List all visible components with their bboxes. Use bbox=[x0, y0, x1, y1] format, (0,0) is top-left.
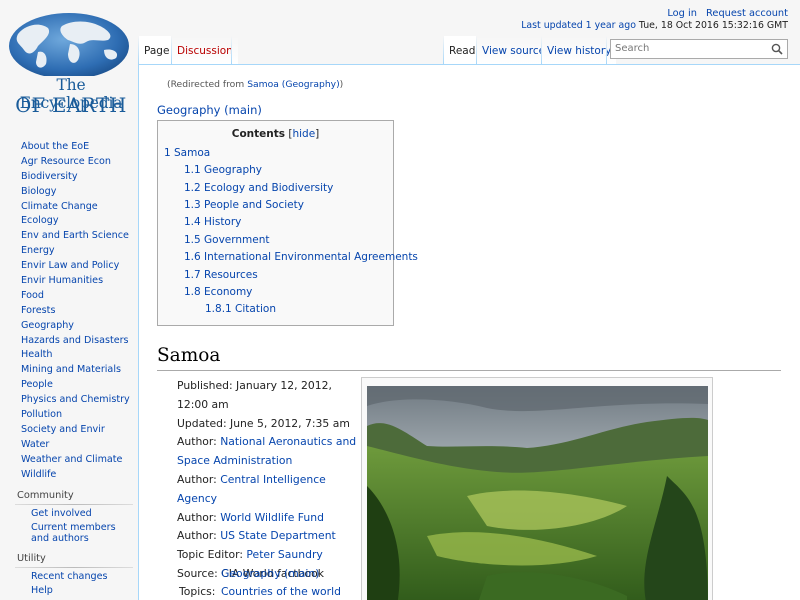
table-of-contents: Contents [hide] 1 Samoa 1.1 Geography 1.… bbox=[157, 120, 418, 326]
topic-link-countries[interactable]: Countries of the world bbox=[221, 585, 341, 598]
toc-hide-close: ] bbox=[315, 128, 320, 140]
author-label: Author: bbox=[177, 510, 221, 524]
sidebar-item-get-involved[interactable]: Get involved bbox=[0, 508, 136, 520]
utility-portlet: Utility Recent changes Help bbox=[0, 553, 138, 600]
toc-item-geography[interactable]: 1.1 Geography bbox=[184, 164, 262, 176]
sidebar-item-society-and-envir[interactable]: Society and Envir bbox=[0, 423, 138, 438]
sidebar-navigation: About the EoE Agr Resource Econ Biodiversi… bbox=[0, 140, 138, 482]
community-heading: Community bbox=[0, 490, 138, 505]
author-link-state[interactable]: US State Department bbox=[220, 529, 336, 542]
login-link[interactable]: Log in bbox=[667, 8, 697, 19]
redirect-notice: (Redirected from Samoa (Geography)) bbox=[167, 79, 343, 90]
sidebar-item-wildlife[interactable]: Wildlife bbox=[0, 468, 138, 483]
sidebar-item-agr-resource-econ[interactable]: Agr Resource Econ bbox=[0, 155, 138, 170]
toc-item-ecology[interactable]: 1.2 Ecology and Biodiversity bbox=[184, 182, 333, 194]
sidebar-item-geography[interactable]: Geography bbox=[0, 319, 138, 334]
toc-hide-link[interactable]: hide bbox=[292, 128, 315, 140]
redirect-prefix: (Redirected from bbox=[167, 79, 248, 90]
sidebar-item-energy[interactable]: Energy bbox=[0, 244, 138, 259]
sidebar-item-forests[interactable]: Forests bbox=[0, 304, 138, 319]
author-row: Author: Central Intelligence Agency bbox=[177, 471, 357, 509]
image-thumbnail[interactable] bbox=[361, 377, 713, 600]
page-title: Samoa bbox=[157, 345, 221, 366]
topic-editor-link[interactable]: Peter Saundry bbox=[246, 548, 322, 561]
search-icon[interactable] bbox=[771, 43, 783, 55]
breadcrumb[interactable]: Geography (main) bbox=[157, 103, 262, 117]
topics-label: Topics: bbox=[179, 585, 216, 598]
tab-page[interactable]: Page bbox=[139, 36, 175, 64]
tab-view-history-label: View history bbox=[547, 45, 612, 57]
content-area: (Redirected from Samoa (Geography)) Geog… bbox=[138, 64, 800, 600]
published-date: Published: January 12, 2012, 12:00 am bbox=[177, 379, 332, 411]
sidebar-item-mining-and-materials[interactable]: Mining and Materials bbox=[0, 363, 138, 378]
sidebar-item-food[interactable]: Food bbox=[0, 289, 138, 304]
author-label: Author: bbox=[177, 529, 221, 543]
search-placeholder: Search bbox=[615, 43, 650, 54]
author-link-wwf[interactable]: World Wildlife Fund bbox=[220, 511, 324, 524]
sidebar-item-people[interactable]: People bbox=[0, 378, 138, 393]
last-updated: Last updated 1 year ago Tue, 18 Oct 2016… bbox=[521, 20, 788, 31]
toc-item-agreements[interactable]: 1.6 International Environmental Agreemen… bbox=[184, 251, 418, 263]
title-divider bbox=[157, 370, 781, 371]
tab-discussion[interactable]: Discussion bbox=[172, 36, 238, 64]
toc-item-history[interactable]: 1.4 History bbox=[184, 216, 241, 228]
redirect-suffix: ) bbox=[339, 79, 344, 90]
sidebar-item-envir-humanities[interactable]: Envir Humanities bbox=[0, 274, 138, 289]
personal-tools: Log in Request account bbox=[667, 8, 788, 19]
toc-item-economy[interactable]: 1.8 Economy bbox=[184, 286, 252, 298]
redirect-link[interactable]: Samoa (Geography) bbox=[247, 79, 339, 90]
toc-title: Contents bbox=[231, 128, 286, 140]
toc-item-samoa[interactable]: 1 Samoa bbox=[164, 147, 210, 159]
sidebar-item-water[interactable]: Water bbox=[0, 438, 138, 453]
sidebar-item-current-members[interactable]: Current members and authors bbox=[0, 522, 136, 545]
sidebar-item-climate-change[interactable]: Climate Change bbox=[0, 200, 138, 215]
updated-date: Updated: June 5, 2012, 7:35 am bbox=[177, 416, 350, 430]
globe-icon bbox=[9, 13, 129, 76]
tab-read[interactable]: Read bbox=[444, 36, 481, 64]
community-portlet: Community Get involved Current members a… bbox=[0, 490, 138, 548]
landscape-photo bbox=[367, 386, 708, 600]
article-info: Published: January 12, 2012, 12:00 am Up… bbox=[177, 377, 357, 584]
toc-item-citation[interactable]: 1.8.1 Citation bbox=[205, 303, 276, 315]
last-updated-link[interactable]: Last updated 1 year ago bbox=[521, 20, 636, 31]
sidebar-item-help[interactable]: Help bbox=[0, 585, 136, 597]
sidebar-item-pollution[interactable]: Pollution bbox=[0, 408, 138, 423]
toc-item-government[interactable]: 1.5 Government bbox=[184, 234, 270, 246]
sidebar-item-hazards-and-disasters[interactable]: Hazards and Disasters bbox=[0, 334, 138, 349]
sidebar-item-weather-and-climate[interactable]: Weather and Climate bbox=[0, 453, 138, 468]
site-logo[interactable]: The Encyclopedia OF EARTH bbox=[6, 10, 132, 117]
sidebar-item-envir-law-and-policy[interactable]: Envir Law and Policy bbox=[0, 259, 138, 274]
sidebar-item-ecology[interactable]: Ecology bbox=[0, 214, 138, 229]
author-label: Author: bbox=[177, 472, 221, 486]
sidebar-item-recent-changes[interactable]: Recent changes bbox=[0, 571, 136, 583]
sidebar-item-env-and-earth-science[interactable]: Env and Earth Science bbox=[0, 229, 138, 244]
tab-view-source[interactable]: View source bbox=[477, 36, 551, 64]
sidebar-item-biology[interactable]: Biology bbox=[0, 185, 138, 200]
utility-heading: Utility bbox=[0, 553, 138, 568]
logo-title-line2: OF EARTH bbox=[15, 94, 127, 117]
toc-item-people[interactable]: 1.3 People and Society bbox=[184, 199, 304, 211]
toc-heading: Contents [hide] bbox=[158, 128, 393, 140]
last-updated-date: Tue, 18 Oct 2016 15:32:16 GMT bbox=[635, 20, 788, 31]
search-input[interactable]: Search bbox=[610, 39, 788, 59]
author-row: Author: National Aeronautics and Space A… bbox=[177, 433, 357, 471]
author-row: Author: US State Department bbox=[177, 527, 357, 546]
tab-page-label: Page bbox=[144, 45, 170, 57]
sidebar-item-biodiversity[interactable]: Biodiversity bbox=[0, 170, 138, 185]
topic-editor-row: Topic Editor: Peter Saundry bbox=[177, 546, 357, 565]
sidebar-item-health[interactable]: Health bbox=[0, 348, 138, 363]
tab-read-label: Read bbox=[449, 45, 476, 57]
tab-view-source-label: View source bbox=[482, 45, 546, 57]
author-row: Author: World Wildlife Fund bbox=[177, 509, 357, 528]
topic-editor-label: Topic Editor: bbox=[177, 548, 247, 562]
sidebar-item-physics-and-chemistry[interactable]: Physics and Chemistry bbox=[0, 393, 138, 408]
author-label: Author: bbox=[177, 435, 221, 449]
tab-discussion-label: Discussion bbox=[177, 45, 233, 57]
sidebar-item-about-the-eoe[interactable]: About the EoE bbox=[0, 140, 138, 155]
topic-link-geography[interactable]: Geography (main) bbox=[221, 567, 319, 580]
request-account-link[interactable]: Request account bbox=[706, 8, 788, 19]
toc-item-resources[interactable]: 1.7 Resources bbox=[184, 269, 258, 281]
